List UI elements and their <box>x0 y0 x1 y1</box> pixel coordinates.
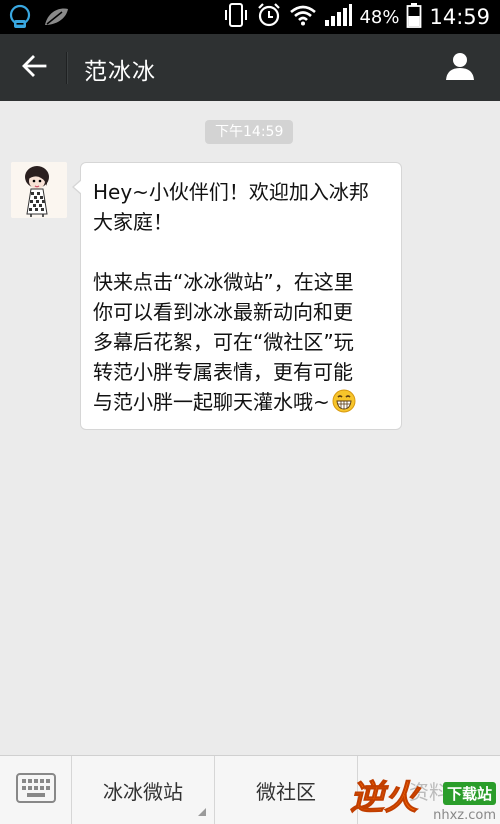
status-time: 14:59 <box>429 5 490 29</box>
watermark-url: nhxz.com <box>433 808 496 823</box>
vibrate-icon <box>223 2 249 32</box>
signal-icon <box>324 3 353 31</box>
wifi-icon <box>289 4 317 30</box>
keyboard-toggle-button[interactable] <box>0 756 72 824</box>
message-line-last: 与范小胖一起聊天灌水哦~ <box>93 387 391 417</box>
profile-button[interactable] <box>440 50 480 86</box>
menu-item-label: 微社区 <box>256 779 316 804</box>
submenu-indicator-icon <box>198 808 206 816</box>
message-line: 多幕后花絮，可在“微社区”玩 <box>93 330 354 354</box>
message-line: Hey~小伙伴们！欢迎加入冰邦 <box>93 180 369 204</box>
chat-header: 范冰冰 <box>0 34 500 101</box>
message-timestamp: 下午14:59 <box>205 120 294 144</box>
battery-percent: 48% <box>359 6 400 28</box>
grinning-face-emoji-icon <box>332 389 356 413</box>
message-bubble[interactable]: Hey~小伙伴们！欢迎加入冰邦 大家庭！ 快来点击“冰冰微站”，在这里 你可以看… <box>72 162 402 430</box>
message-line: 与范小胖一起聊天灌水哦~ <box>93 390 330 414</box>
menu-item-weizhan[interactable]: 冰冰微站 <box>72 756 215 824</box>
back-arrow-icon <box>21 54 47 82</box>
notification-app-icon <box>8 4 32 34</box>
watermark-badge: 下载站 <box>442 782 496 805</box>
menu-item-community[interactable]: 微社区 <box>215 756 358 824</box>
message-line: 你可以看到冰冰最新动向和更 <box>93 300 353 324</box>
battery-icon <box>406 2 422 32</box>
keyboard-icon <box>15 773 56 807</box>
status-bar: 48% 14:59 <box>0 0 500 34</box>
page-title: 范冰冰 <box>84 59 156 85</box>
avatar-illustration <box>11 162 67 218</box>
message-line: 大家庭！ <box>93 210 173 234</box>
message-line: 转范小胖专属表情，更有可能 <box>93 360 353 384</box>
back-button[interactable] <box>14 50 54 86</box>
user-profile-icon <box>445 51 475 85</box>
header-divider <box>66 52 68 84</box>
avatar[interactable] <box>11 162 67 218</box>
leaf-icon <box>42 5 70 33</box>
watermark-logo-text: 逆火 <box>350 778 419 819</box>
message-line: 快来点击“冰冰微站”，在这里 <box>93 270 354 294</box>
watermark-logo: 逆火 下载站 nhxz.com <box>340 768 500 823</box>
menu-item-label: 冰冰微站 <box>103 779 183 804</box>
alarm-icon <box>256 2 282 32</box>
